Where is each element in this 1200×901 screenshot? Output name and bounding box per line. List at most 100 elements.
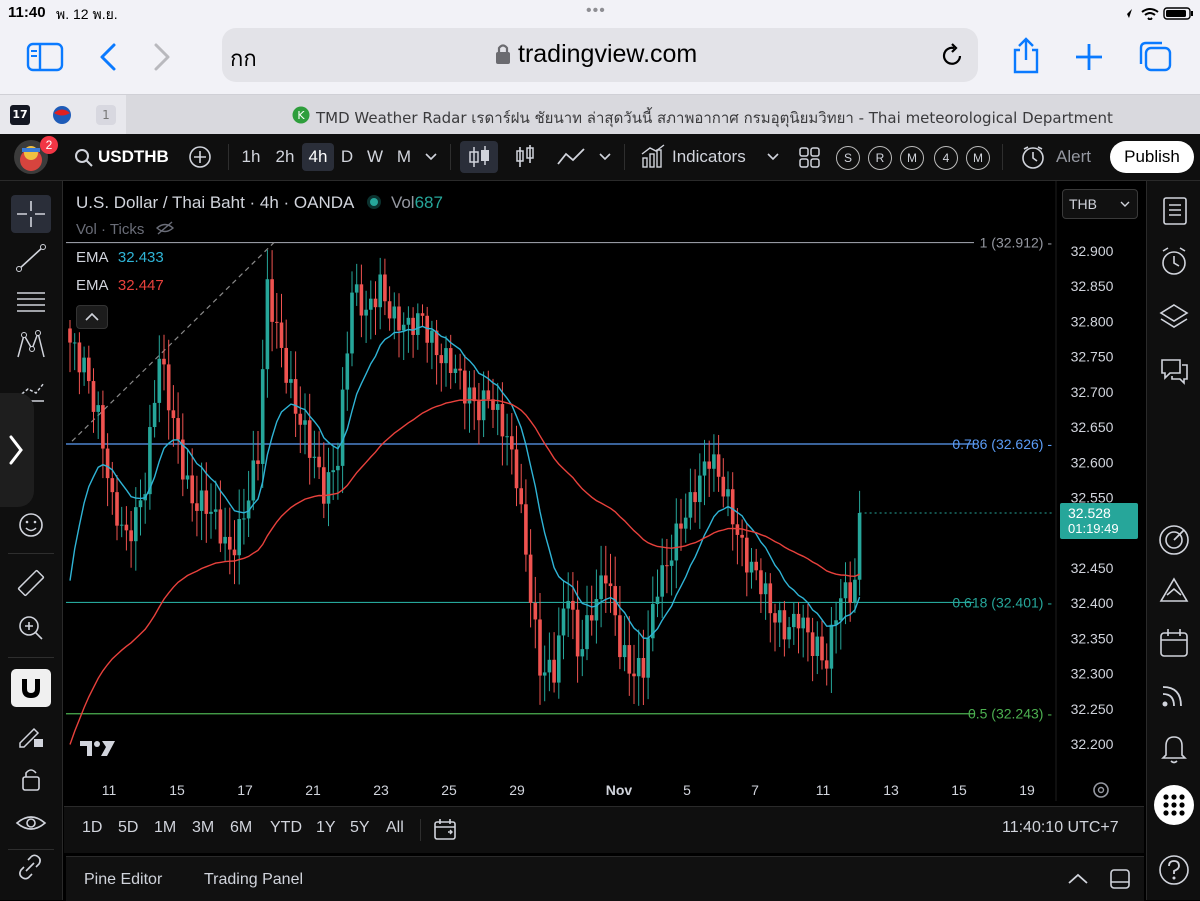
calendar-icon[interactable] [1158,627,1190,659]
watchlist-icon[interactable] [1160,195,1190,227]
sidebar-icon[interactable] [26,42,66,72]
eye-hidden-icon[interactable] [155,221,175,235]
zoom-in-icon[interactable] [14,611,48,643]
trading-panel-tab[interactable]: Trading Panel [204,871,303,889]
active-tab[interactable]: K TMD Weather Radar เรดาร์ฝน ชัยนาท ล่าส… [126,95,1200,135]
fib-retracement-icon[interactable] [14,287,48,317]
products-menu-button[interactable] [1154,785,1194,825]
lock-icon[interactable] [14,763,48,795]
pine-editor-tab[interactable]: Pine Editor [84,871,162,889]
line-chart-icon[interactable] [556,146,586,168]
address-bar[interactable]: กก tradingview.com [222,28,978,82]
range-1y[interactable]: 1Y [316,819,336,837]
chart-settings-gear-icon[interactable] [1090,779,1112,801]
chart-type-chevron-down-icon[interactable] [598,152,612,162]
currency-select[interactable]: THB [1062,189,1138,219]
candles-chart-type-button[interactable] [460,141,498,173]
maximize-panel-icon[interactable] [1108,867,1132,891]
range-5d[interactable]: 5D [118,819,138,837]
utc-clock[interactable]: 11:40:10 UTC+7 [1002,819,1119,837]
magnet-mode-button[interactable] [11,669,51,707]
interval-m[interactable]: M [392,143,416,171]
candle-body [354,284,359,293]
alert-button[interactable]: Alert [1056,147,1091,167]
expand-panel-chevron-up-icon[interactable] [1066,871,1090,887]
help-icon[interactable] [1157,853,1191,887]
indicators-button[interactable]: Indicators [672,147,746,167]
ema-slow-legend[interactable]: EMA 32.447 [76,277,164,294]
range-3m[interactable]: 3M [192,819,214,837]
interval-2h[interactable]: 2h [270,143,300,171]
trend-line-icon[interactable] [14,243,48,273]
new-tab-icon[interactable] [1074,42,1104,72]
layout-grid-icon[interactable] [798,146,822,170]
collapse-legend-button[interactable] [76,305,108,329]
go-to-date-icon[interactable] [432,817,458,843]
reload-icon[interactable] [940,42,966,70]
share-icon[interactable] [1010,36,1042,76]
reader-aa-button[interactable]: กก [230,41,257,76]
interval-d[interactable]: D [336,143,358,171]
candle-body [209,511,213,514]
interval-w[interactable]: W [362,143,388,171]
symbol-legend[interactable]: U.S. Dollar / Thai Baht · 4h · OANDA Vol… [76,193,443,213]
x-tick-label: 5 [683,782,691,798]
publish-button[interactable]: Publish [1110,141,1194,173]
notifications-bell-icon[interactable] [1158,731,1190,765]
range-ytd[interactable]: YTD [270,819,302,837]
ideas-icon[interactable] [1157,575,1191,607]
eye-icon[interactable] [14,807,48,839]
crosshair-tool[interactable] [11,195,51,233]
interval-chevron-down-icon[interactable] [424,152,438,162]
ruler-measure-icon[interactable] [14,567,48,599]
candle-body [453,368,458,374]
indicators-chevron-down-icon[interactable] [766,152,780,162]
candle-body [129,530,133,542]
tab-count-badge[interactable]: 1 [96,105,116,125]
compare-add-icon[interactable] [188,145,212,169]
candle-body [439,355,444,364]
indicators-icon[interactable] [640,144,666,170]
streams-signal-icon[interactable] [1158,679,1190,711]
candle-body [594,599,599,621]
search-icon[interactable] [74,148,94,168]
pattern-tool-icon[interactable] [14,329,48,361]
news-tab-favicon[interactable] [50,104,74,126]
range-1d[interactable]: 1D [82,819,102,837]
interval-4h-active[interactable]: 4h [302,143,334,171]
link-icon[interactable] [14,851,48,883]
range-all[interactable]: All [386,819,404,837]
candle-body [284,347,288,383]
interval-1h[interactable]: 1h [236,143,266,171]
emoji-icon[interactable] [14,509,48,541]
strategy-badge-m[interactable]: M [900,146,924,170]
strategy-badge-m2[interactable]: M [966,146,990,170]
multitask-dots-icon[interactable]: ••• [586,2,606,20]
layers-icon[interactable] [1158,301,1190,333]
strategy-badge-4[interactable]: 4 [934,146,958,170]
tradingview-tab-favicon[interactable]: 17 [10,105,30,125]
range-1m[interactable]: 1M [154,819,176,837]
toolbar-expand-handle[interactable] [0,393,34,507]
chart-pane[interactable]: 1 (32.912) - 0.786 (32.626) - 0.618 (32.40… [64,181,1144,801]
strategy-badge-r[interactable]: R [868,146,892,170]
strategy-badge-s[interactable]: S [836,146,860,170]
alerts-clock-icon[interactable] [1158,245,1190,279]
ema-fast-legend[interactable]: EMA 32.433 [76,249,164,266]
forward-icon[interactable] [150,42,174,72]
range-5y[interactable]: 5Y [350,819,370,837]
bar-style-icon[interactable] [512,143,538,171]
alert-clock-icon[interactable] [1020,145,1046,171]
safari-toolbar: กก tradingview.com [0,26,1200,94]
lock-drawing-pencil-icon[interactable] [14,719,48,751]
back-icon[interactable] [96,42,120,72]
range-6m[interactable]: 6M [230,819,252,837]
candle-body [486,390,491,400]
chat-icon[interactable] [1158,355,1190,387]
symbol-search-button[interactable]: USDTHB [98,147,169,167]
tabs-overview-icon[interactable] [1138,40,1174,74]
target-hotlist-icon[interactable] [1157,523,1191,557]
y-tick-label: 32.200 [1071,736,1114,752]
price-chart[interactable]: 1 (32.912) - 0.786 (32.626) - 0.618 (32.40… [64,181,1144,801]
vol-ticks-legend[interactable]: Vol · Ticks [76,221,175,238]
